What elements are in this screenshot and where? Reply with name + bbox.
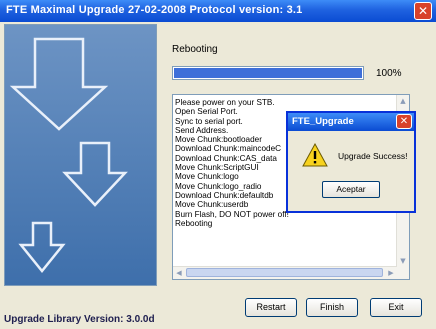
library-version-label: Upgrade Library Version: 3.0.0d [4, 314, 155, 325]
upgrade-window: FTE Maximal Upgrade 27-02-2008 Protocol … [0, 0, 436, 329]
log-line: Download Chunk:defaultdb [175, 190, 274, 200]
log-lines: Please power on your STB. Open Serial Por… [175, 98, 289, 228]
scroll-thumb[interactable] [186, 268, 383, 277]
log-line: Move Chunk:ScriptGUI [175, 163, 259, 173]
large-arrow-icon [9, 37, 109, 131]
log-line: Move Chunk:logo_radio [175, 181, 262, 191]
download-arrows-graphic [9, 37, 128, 273]
window-title: FTE Maximal Upgrade 27-02-2008 Protocol … [6, 4, 303, 16]
log-line: Download Chunk:maincodeC [175, 144, 282, 154]
log-horizontal-scrollbar[interactable]: ◀ ▶ [173, 266, 397, 279]
log-line: Rebooting [175, 218, 213, 228]
decorative-arrow-panel [4, 24, 157, 286]
progress-percent: 100% [376, 68, 402, 79]
dialog-message: Upgrade Success! [338, 151, 408, 161]
dialog-title: FTE_Upgrade [292, 116, 354, 127]
progress-bar [172, 66, 364, 80]
medium-arrow-icon [62, 141, 128, 207]
log-line: Move Chunk:bootloader [175, 135, 262, 145]
accept-button[interactable]: Aceptar [322, 181, 380, 198]
scroll-down-icon[interactable]: ▼ [397, 255, 409, 267]
log-line: Move Chunk:logo [175, 172, 239, 182]
dialog-title-bar[interactable]: FTE_Upgrade ✕ [288, 113, 414, 131]
log-line: Move Chunk:userdb [175, 200, 249, 210]
exit-button[interactable]: Exit [370, 298, 422, 317]
progress-fill [174, 68, 362, 78]
warning-icon [302, 143, 328, 167]
log-line: Please power on your STB. [175, 98, 275, 107]
close-button[interactable]: ✕ [414, 2, 432, 20]
dialog-close-button[interactable]: ✕ [396, 114, 412, 129]
success-dialog: FTE_Upgrade ✕ Upgrade Success! Aceptar [286, 111, 416, 213]
title-bar[interactable]: FTE Maximal Upgrade 27-02-2008 Protocol … [0, 0, 436, 22]
finish-button[interactable]: Finish [306, 298, 358, 317]
status-label: Rebooting [172, 44, 218, 55]
restart-button[interactable]: Restart [245, 298, 297, 317]
scroll-left-icon[interactable]: ◀ [173, 267, 185, 279]
log-line: Burn Flash, DO NOT power off! [175, 209, 289, 219]
scroll-up-icon[interactable]: ▲ [397, 95, 409, 107]
log-line: Send Address. [175, 125, 229, 135]
log-line: Sync to serial port. [175, 116, 243, 126]
scroll-right-icon[interactable]: ▶ [385, 267, 397, 279]
log-line: Open Serial Port. [175, 107, 238, 117]
small-arrow-icon [18, 221, 66, 273]
log-line: Download Chunk:CAS_data [175, 153, 277, 163]
